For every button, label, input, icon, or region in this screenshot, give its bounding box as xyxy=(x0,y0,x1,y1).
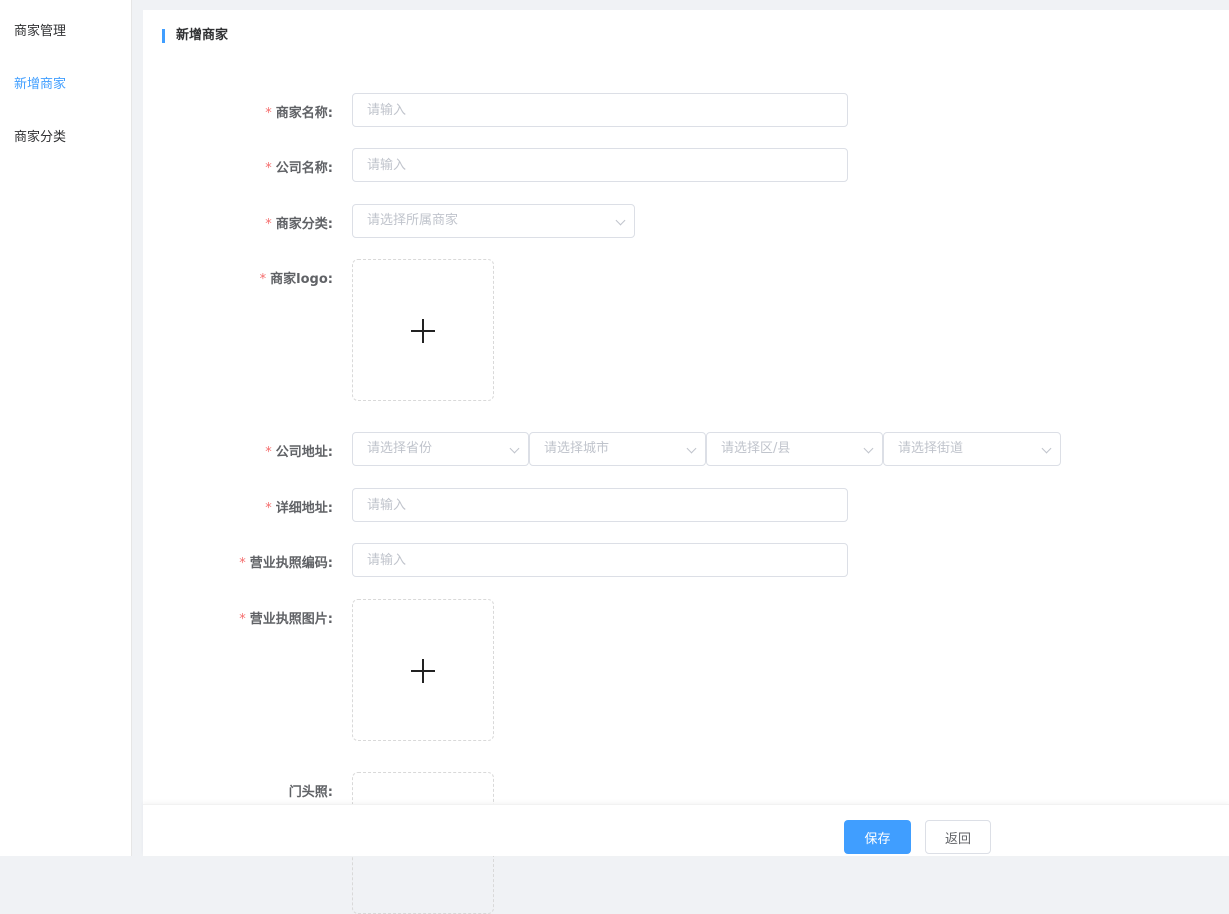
merchant-category-label: 商家分类: xyxy=(275,217,333,232)
sidebar-item-merchant-management[interactable]: 商家管理 xyxy=(14,20,66,39)
chevron-down-icon xyxy=(686,443,697,454)
required-mark: * xyxy=(239,612,246,627)
license-code-label: 营业执照编码: xyxy=(249,556,333,571)
province-select[interactable]: 请选择省份 xyxy=(352,432,529,466)
logo-upload[interactable] xyxy=(352,259,494,401)
street-select[interactable]: 请选择街道 xyxy=(883,432,1061,466)
required-mark: * xyxy=(239,556,246,571)
chevron-down-icon xyxy=(863,443,874,454)
detail-address-input[interactable] xyxy=(352,488,848,522)
plus-icon xyxy=(411,659,435,683)
required-mark: * xyxy=(265,501,272,516)
footer-bar: 保存 返回 xyxy=(143,804,1229,856)
merchant-name-label: 商家名称: xyxy=(275,106,333,121)
logo-label: 商家logo: xyxy=(270,272,333,287)
merchant-name-input[interactable] xyxy=(352,93,848,127)
form-card: 新增商家 *商家名称: *公司名称: *商家分类: 请选择所属商家 *商家log… xyxy=(143,10,1229,914)
back-button[interactable]: 返回 xyxy=(925,820,991,854)
required-mark: * xyxy=(265,445,272,460)
chevron-down-icon xyxy=(1041,443,1052,454)
chevron-down-icon xyxy=(509,443,520,454)
chevron-down-icon xyxy=(615,215,626,226)
plus-icon xyxy=(411,319,435,343)
company-address-label: 公司地址: xyxy=(275,445,333,460)
license-image-label: 营业执照图片: xyxy=(249,612,333,627)
save-button[interactable]: 保存 xyxy=(844,820,911,854)
detail-address-label: 详细地址: xyxy=(275,501,333,516)
license-image-upload[interactable] xyxy=(352,599,494,741)
required-mark: * xyxy=(265,217,272,232)
license-code-input[interactable] xyxy=(352,543,848,577)
required-mark: * xyxy=(265,161,272,176)
sidebar-item-add-merchant[interactable]: 新增商家 xyxy=(14,73,66,92)
company-name-label: 公司名称: xyxy=(275,161,333,176)
company-name-input[interactable] xyxy=(352,148,848,182)
required-mark: * xyxy=(265,106,272,121)
required-mark: * xyxy=(259,272,267,287)
district-select[interactable]: 请选择区/县 xyxy=(706,432,883,466)
sidebar-item-merchant-category[interactable]: 商家分类 xyxy=(14,126,66,145)
storefront-label: 门头照: xyxy=(288,785,333,800)
city-select[interactable]: 请选择城市 xyxy=(529,432,706,466)
merchant-category-select[interactable]: 请选择所属商家 xyxy=(352,204,635,238)
sidebar: 商家管理 新增商家 商家分类 xyxy=(0,0,132,856)
page-title: 新增商家 xyxy=(162,29,228,43)
